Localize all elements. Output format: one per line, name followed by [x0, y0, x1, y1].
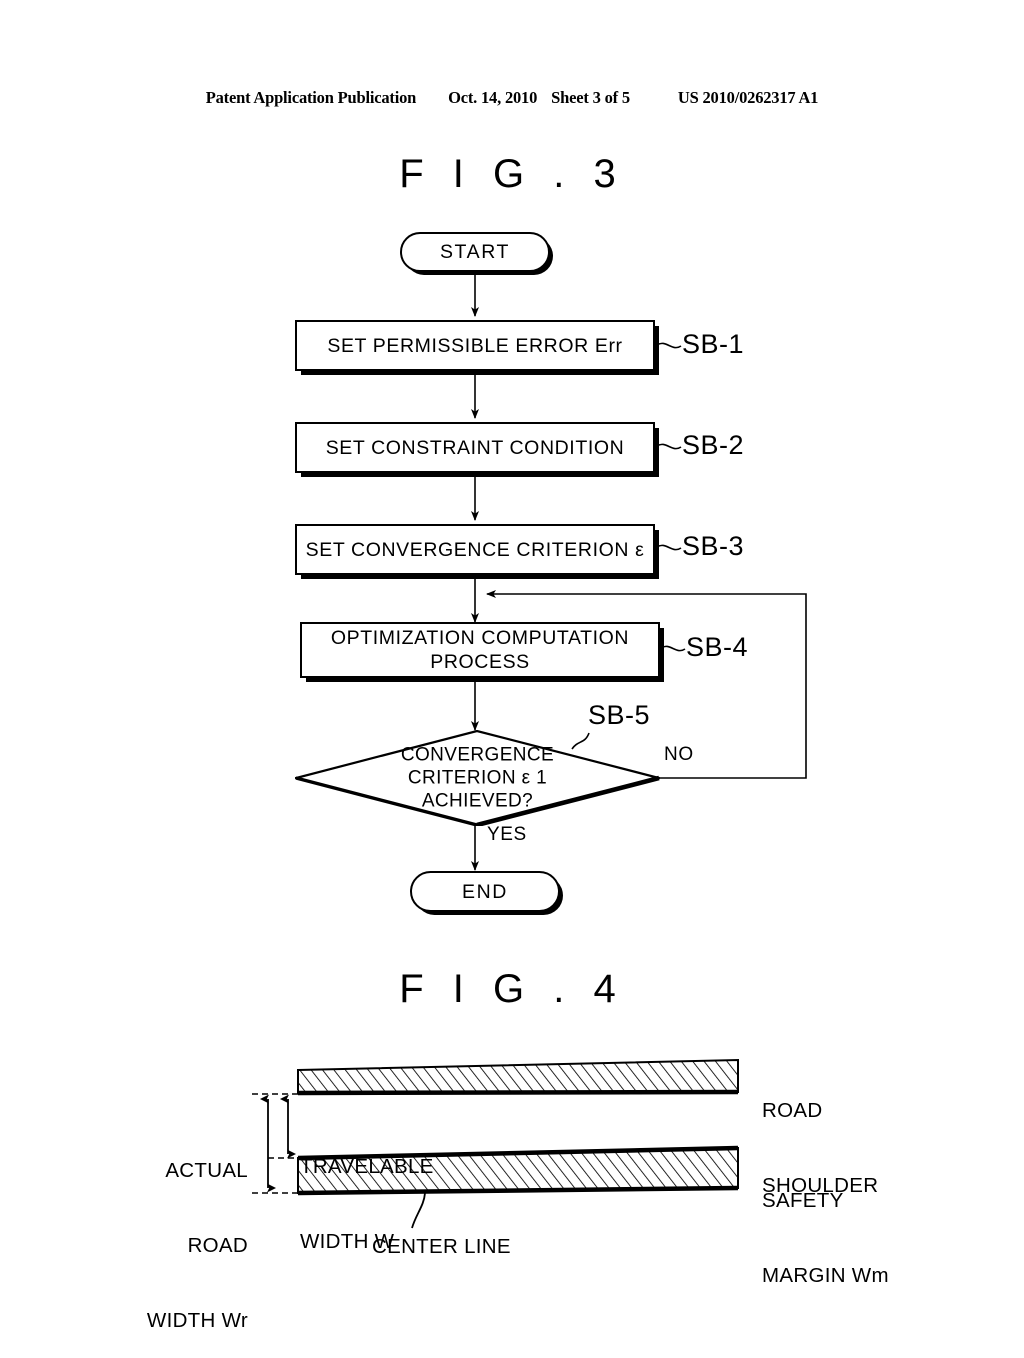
flow-node-sb2[interactable]: SET CONSTRAINT CONDITION: [295, 422, 655, 473]
flow-node-sb5-label-line3: ACHIEVED?: [421, 790, 534, 812]
flow-node-sb5[interactable]: CONVERGENCE CRITERION ε 1 ACHIEVED?: [295, 730, 660, 826]
flow-node-sb1[interactable]: SET PERMISSIBLE ERROR Err: [295, 320, 655, 371]
flow-node-sb1-label: SET PERMISSIBLE ERROR Err: [327, 334, 623, 357]
flow-node-sb3-label: SET CONVERGENCE CRITERION ε: [305, 538, 645, 561]
label-actual-road-width: ACTUAL ROAD WIDTH Wr: [60, 1108, 248, 1358]
ref-label-sb2: SB-2: [682, 430, 745, 460]
flow-node-sb3[interactable]: SET CONVERGENCE CRITERION ε: [295, 524, 655, 575]
header-patent-number: US 2010/0262317 A1: [677, 88, 819, 107]
flow-node-sb5-label: CONVERGENCE CRITERION ε 1 ACHIEVED?: [295, 744, 660, 813]
ref-label-sb3: SB-3: [682, 531, 745, 561]
label-road-shoulder-line1: ROAD: [762, 1099, 823, 1122]
label-safety-margin-line2: MARGIN Wm: [762, 1264, 889, 1287]
flow-node-end[interactable]: END: [410, 871, 560, 912]
flow-node-start-label: START: [439, 241, 511, 263]
flow-node-start[interactable]: START: [400, 232, 550, 272]
flow-node-sb2-label: SET CONSTRAINT CONDITION: [325, 436, 625, 459]
label-safety-margin: SAFETY MARGIN Wm: [762, 1138, 889, 1313]
label-travelable-width-line1: TRAVELABLE: [300, 1155, 434, 1178]
header-date: Oct. 14, 2010: [448, 88, 538, 107]
header-sheet: Sheet 3 of 5: [551, 88, 630, 107]
flow-node-sb4-label-line1: OPTIMIZATION COMPUTATION: [330, 627, 630, 649]
flow-node-sb4-label-line2: PROCESS: [430, 651, 530, 673]
ref-label-sb5: SB-5: [588, 700, 651, 730]
figure-4-title: F I G . 4: [399, 967, 625, 1011]
patent-header: Patent Application Publication Oct. 14, …: [0, 88, 1024, 108]
label-actual-road-width-line3: WIDTH Wr: [146, 1309, 248, 1332]
flow-node-end-label: END: [462, 880, 508, 903]
label-actual-road-width-line2: ROAD: [187, 1234, 248, 1257]
branch-label-no: NO: [664, 744, 694, 765]
branch-label-yes: YES: [487, 824, 527, 845]
label-safety-margin-line1: SAFETY: [762, 1189, 844, 1212]
label-actual-road-width-line1: ACTUAL: [165, 1159, 248, 1182]
header-publication: Patent Application Publication: [205, 88, 417, 107]
flow-node-sb4[interactable]: OPTIMIZATION COMPUTATION PROCESS: [300, 622, 660, 678]
figure-3-title: F I G . 3: [399, 152, 625, 196]
label-center-line: CENTER LINE: [372, 1235, 511, 1258]
flow-node-sb5-label-line1: CONVERGENCE: [400, 744, 555, 766]
ref-label-sb1: SB-1: [682, 329, 745, 359]
flow-node-sb5-label-line2: CRITERION ε 1: [407, 767, 548, 789]
ref-label-sb4: SB-4: [686, 632, 749, 662]
